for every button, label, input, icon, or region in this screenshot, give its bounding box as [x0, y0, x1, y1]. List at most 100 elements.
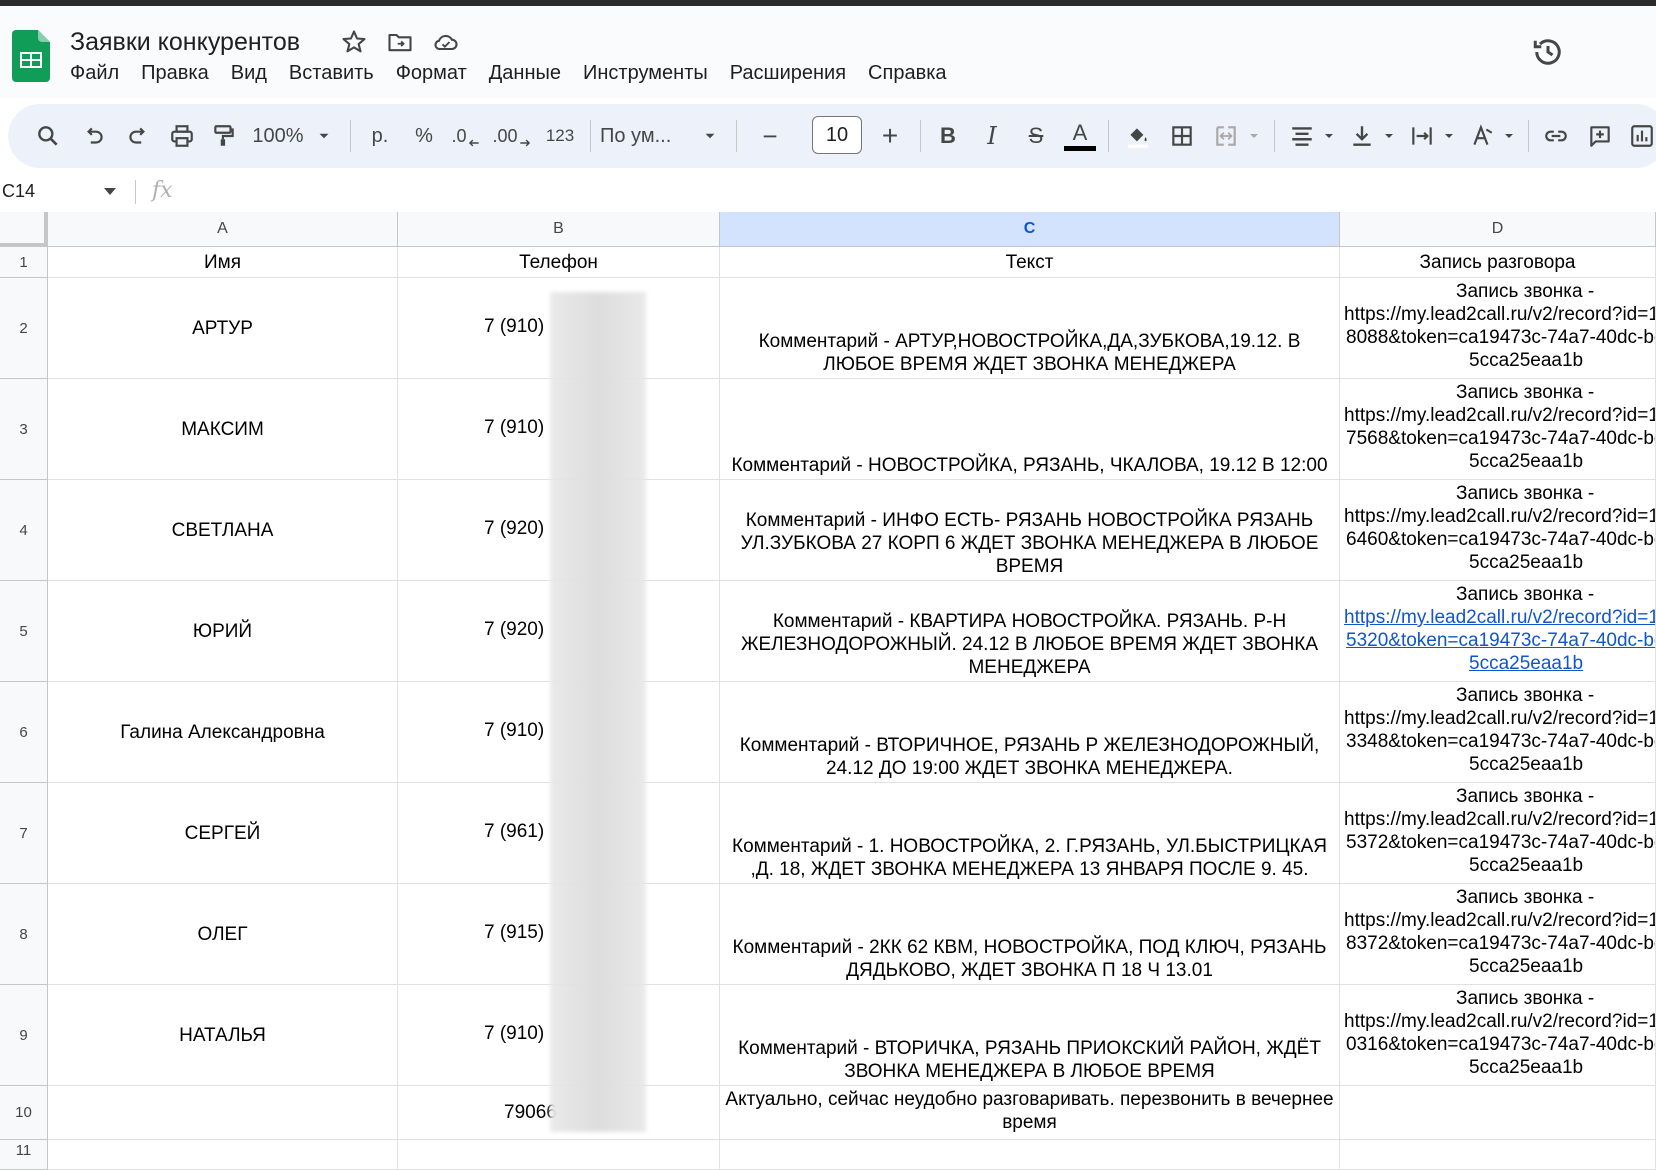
undo-button[interactable] — [74, 104, 114, 168]
cell-name[interactable]: СВЕТЛАНА — [48, 480, 398, 581]
cell-record[interactable]: Запись звонка - https://my.lead2call.ru/… — [1340, 783, 1656, 884]
row-header[interactable]: 8 — [0, 884, 48, 985]
font-family-dropdown[interactable] — [698, 104, 722, 168]
cell-record[interactable]: Запись звонка - https://my.lead2call.ru/… — [1340, 884, 1656, 985]
insert-chart-button[interactable] — [1622, 104, 1656, 168]
cell-text[interactable]: Комментарий - КВАРТИРА НОВОСТРОЙКА. РЯЗА… — [720, 581, 1340, 682]
cell-record[interactable] — [1340, 1086, 1656, 1140]
column-header-c[interactable]: C — [720, 212, 1340, 247]
print-button[interactable] — [162, 104, 202, 168]
zoom-dropdown[interactable] — [312, 104, 336, 168]
spreadsheet-grid[interactable]: A B C D 1 2 3 4 5 6 7 8 9 10 11 Имя Теле… — [0, 212, 1656, 1170]
cell-text[interactable]: Комментарий - ВТОРИЧКА, РЯЗАНЬ ПРИОКСКИЙ… — [720, 985, 1340, 1086]
text-wrapping-button[interactable] — [1402, 104, 1442, 168]
cell-text[interactable]: Комментарий - НОВОСТРОЙКА, РЯЗАНЬ, ЧКАЛО… — [720, 379, 1340, 480]
cell-a1[interactable]: Имя — [48, 247, 398, 278]
row-header[interactable]: 3 — [0, 379, 48, 480]
row-header[interactable]: 4 — [0, 480, 48, 581]
record-token-end-link[interactable]: 5cca25eaa1b — [1344, 652, 1583, 675]
horizontal-align-dropdown[interactable] — [1320, 104, 1338, 168]
row-header[interactable]: 7 — [0, 783, 48, 884]
cell-d1[interactable]: Запись разговора — [1340, 247, 1656, 278]
select-all-corner[interactable] — [0, 212, 48, 247]
record-token-link[interactable]: 5320&token=ca19473c-74a7-40dc-bc — [1344, 629, 1655, 652]
cell-text[interactable]: Комментарий - ВТОРИЧНОЕ, РЯЗАНЬ Р ЖЕЛЕЗН… — [720, 682, 1340, 783]
increase-font-size-button[interactable]: + — [870, 104, 910, 168]
cell-text[interactable]: Комментарий - 1. НОВОСТРОЙКА, 2. Г.РЯЗАН… — [720, 783, 1340, 884]
percent-format-button[interactable]: % — [404, 104, 444, 168]
menu-view[interactable]: Вид — [231, 62, 267, 85]
column-header-a[interactable]: A — [48, 212, 398, 247]
cell-name[interactable]: Галина Александровна — [48, 682, 398, 783]
bold-button[interactable]: B — [928, 104, 968, 168]
font-size-input[interactable]: 10 — [812, 116, 862, 154]
star-icon[interactable] — [340, 28, 368, 56]
sheets-logo-icon[interactable] — [12, 30, 50, 82]
row-header[interactable]: 10 — [0, 1086, 48, 1140]
vertical-align-button[interactable] — [1342, 104, 1382, 168]
cell-text[interactable]: Комментарий - АРТУР,НОВОСТРОЙКА,ДА,ЗУБКО… — [720, 278, 1340, 379]
cell-empty[interactable] — [48, 1140, 398, 1170]
horizontal-align-button[interactable] — [1282, 104, 1322, 168]
insert-link-button[interactable] — [1536, 104, 1576, 168]
insert-comment-button[interactable] — [1580, 104, 1620, 168]
search-menus-button[interactable] — [28, 104, 68, 168]
row-header[interactable]: 6 — [0, 682, 48, 783]
decrease-font-size-button[interactable]: − — [750, 104, 790, 168]
cell-empty[interactable] — [720, 1140, 1340, 1170]
cell-text[interactable]: Комментарий - ИНФО ЕСТЬ- РЯЗАНЬ НОВОСТРО… — [720, 480, 1340, 581]
increase-decimal-button[interactable]: .00 — [490, 104, 534, 168]
menu-insert[interactable]: Вставить — [289, 62, 374, 85]
cell-b1[interactable]: Телефон — [398, 247, 720, 278]
cell-name[interactable]: СЕРГЕЙ — [48, 783, 398, 884]
menu-help[interactable]: Справка — [868, 62, 946, 85]
cell-name[interactable]: АРТУР — [48, 278, 398, 379]
document-title[interactable]: Заявки конкурентов — [70, 28, 300, 57]
borders-button[interactable] — [1162, 104, 1202, 168]
version-history-icon[interactable] — [1530, 34, 1566, 70]
cell-empty[interactable] — [1340, 1140, 1656, 1170]
column-header-d[interactable]: D — [1340, 212, 1656, 247]
row-header[interactable]: 11 — [0, 1140, 48, 1170]
row-header[interactable]: 9 — [0, 985, 48, 1086]
menu-edit[interactable]: Правка — [141, 62, 209, 85]
cell-name[interactable]: ОЛЕГ — [48, 884, 398, 985]
menu-tools[interactable]: Инструменты — [583, 62, 708, 85]
decrease-decimal-button[interactable]: .0 — [446, 104, 486, 168]
vertical-align-dropdown[interactable] — [1380, 104, 1398, 168]
column-header-b[interactable]: B — [398, 212, 720, 247]
caret-down-icon[interactable] — [104, 188, 116, 196]
zoom-select[interactable]: 100% — [248, 104, 308, 168]
menu-file[interactable]: Файл — [70, 62, 119, 85]
cell-record[interactable]: Запись звонка - https://my.lead2call.ru/… — [1340, 985, 1656, 1086]
cell-name[interactable]: МАКСИМ — [48, 379, 398, 480]
cell-record[interactable]: Запись звонка - https://my.lead2call.ru/… — [1340, 379, 1656, 480]
menu-data[interactable]: Данные — [489, 62, 561, 85]
paint-format-button[interactable] — [204, 104, 244, 168]
cell-name[interactable]: НАТАЛЬЯ — [48, 985, 398, 1086]
cell-c1[interactable]: Текст — [720, 247, 1340, 278]
cell-record[interactable]: Запись звонка - https://my.lead2call.ru/… — [1340, 278, 1656, 379]
menu-extensions[interactable]: Расширения — [730, 62, 846, 85]
text-wrapping-dropdown[interactable] — [1440, 104, 1458, 168]
move-folder-icon[interactable] — [386, 28, 414, 56]
cloud-saved-icon[interactable] — [432, 28, 460, 56]
cell-name[interactable] — [48, 1086, 398, 1140]
cell-record[interactable]: Запись звонка - https://my.lead2call.ru/… — [1340, 581, 1656, 682]
merge-cells-dropdown[interactable] — [1244, 104, 1264, 168]
row-header[interactable]: 5 — [0, 581, 48, 682]
cell-record[interactable]: Запись звонка - https://my.lead2call.ru/… — [1340, 682, 1656, 783]
record-url-link[interactable]: https://my.lead2call.ru/v2/record?id=1 — [1344, 606, 1655, 629]
number-format-button[interactable]: 123 — [538, 104, 582, 168]
italic-button[interactable]: I — [972, 104, 1012, 168]
text-color-button[interactable]: A — [1060, 104, 1100, 168]
menu-format[interactable]: Формат — [396, 62, 467, 85]
currency-format-button[interactable]: р. — [360, 104, 400, 168]
strikethrough-button[interactable]: S — [1016, 104, 1056, 168]
row-header[interactable]: 1 — [0, 247, 48, 278]
cell-empty[interactable] — [398, 1140, 720, 1170]
text-rotation-dropdown[interactable] — [1500, 104, 1518, 168]
cell-name[interactable]: ЮРИЙ — [48, 581, 398, 682]
font-family-select[interactable]: По ум... — [600, 104, 690, 168]
row-header[interactable]: 2 — [0, 278, 48, 379]
